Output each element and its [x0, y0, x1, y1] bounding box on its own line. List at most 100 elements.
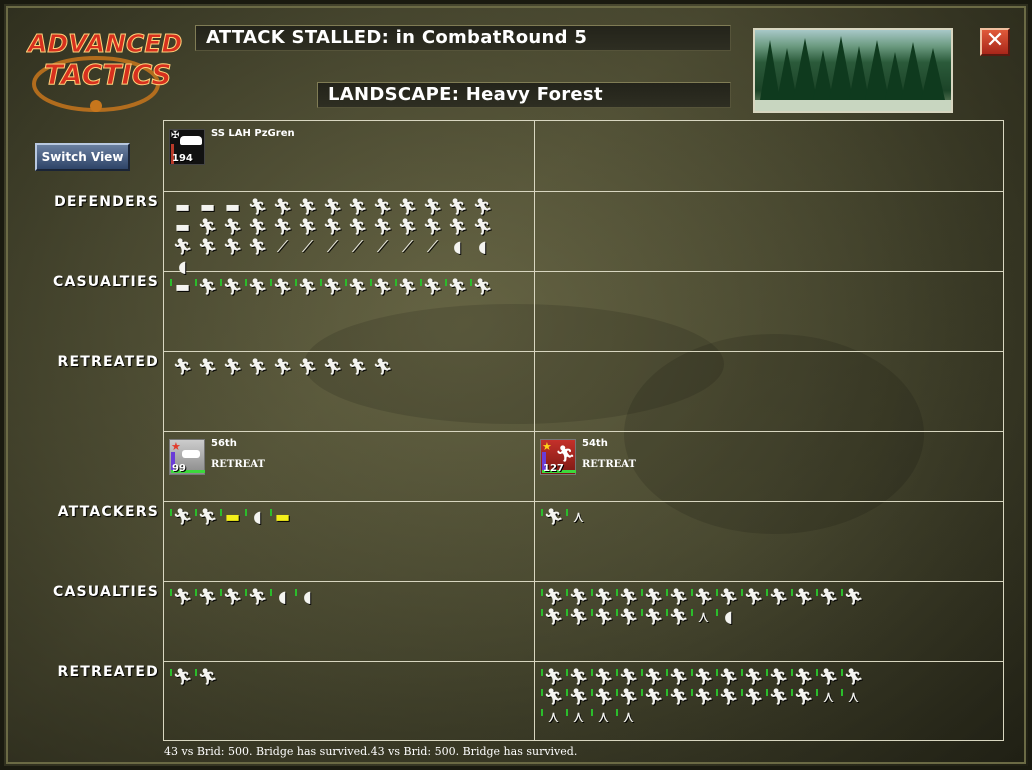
status-tick [395, 279, 397, 286]
tank-icon: ▬ [174, 217, 191, 236]
iron-cross-icon: ✠ [171, 130, 180, 141]
status-tick [616, 709, 618, 716]
rifleman-icon: 🏃︎ [170, 507, 195, 527]
soldier-icon: 🏃︎ [270, 277, 295, 297]
status-tick [420, 279, 422, 286]
defender-retreated-figures: 🏃︎ 🏃︎ 🏃︎ 🏃︎ 🏃︎ 🏃︎ 🏃︎ 🏃︎ 🏃︎ [170, 357, 510, 377]
soldier-icon: 🏃︎ [345, 277, 370, 297]
status-tick [666, 689, 668, 696]
gun-icon: ⟋ [301, 237, 314, 256]
soldier-icon: 🏃︎ [472, 197, 493, 216]
attacker-retreated-label: RETREATED [57, 664, 159, 680]
unit-status: RETREAT [211, 459, 265, 470]
attacker-unit-card-54th[interactable]: ★ 🏃︎ 127 54th RETREAT [540, 438, 636, 475]
status-tick [716, 689, 718, 696]
status-tick [666, 609, 668, 616]
soldier-icon: 🏃︎ [247, 197, 268, 216]
gun-icon: ⟋ [376, 237, 389, 256]
rifleman-icon: 🏃︎ [616, 687, 641, 707]
soldier-icon: 🏃︎ [445, 277, 470, 297]
soldier-icon: 🏃︎ [172, 357, 193, 376]
rifleman-icon: 🏃︎ [791, 667, 816, 687]
unit-strength: 99 [172, 463, 186, 474]
close-button[interactable]: ✕ [980, 28, 1010, 56]
attacker-unit-card-56th[interactable]: ★ 99 56th RETREAT [169, 438, 265, 475]
rifleman-icon: 🏃︎ [195, 587, 220, 607]
status-tick [841, 589, 843, 596]
status-tick [816, 669, 818, 676]
rifleman-icon: 🏃︎ [591, 607, 616, 627]
rifleman-icon: 🏃︎ [791, 687, 816, 707]
row-divider [164, 501, 1003, 502]
status-tick [641, 609, 643, 616]
defender-casualties-label: CASUALTIES [53, 274, 159, 290]
rifleman-icon: 🏃︎ [691, 687, 716, 707]
rifleman-icon: 🏃︎ [591, 687, 616, 707]
combat-grid: ✠ 194 SS LAH PzGren ▬ ▬ ▬ 🏃︎ 🏃︎ 🏃︎ 🏃︎ 🏃︎ 🏃︎ 🏃︎ 🏃︎ 🏃… [163, 120, 1004, 741]
status-tick [591, 669, 593, 676]
rifleman-icon: 🏃︎ [541, 507, 566, 527]
switch-view-button[interactable]: Switch View [35, 143, 130, 171]
soldier-icon: 🏃︎ [420, 277, 445, 297]
status-tick [691, 689, 693, 696]
defenders-figures: ▬ ▬ ▬ 🏃︎ 🏃︎ 🏃︎ 🏃︎ 🏃︎ 🏃︎ 🏃︎ 🏃︎ 🏃︎ 🏃︎ ▬ 🏃︎ 🏃︎ 🏃︎ 🏃︎ 🏃︎ 🏃︎ 🏃︎ 🏃︎… [170, 197, 510, 277]
status-tick [320, 279, 322, 286]
soldier-icon: 🏃︎ [222, 357, 243, 376]
gun-icon: ⟋ [276, 237, 289, 256]
status-tick [791, 589, 793, 596]
unit-strength: 127 [543, 463, 564, 474]
rifleman-icon: 🏃︎ [616, 667, 641, 687]
soldier-icon: 🏃︎ [220, 277, 245, 297]
terrain-image [753, 28, 953, 113]
defender-casualties-figures: ▬ 🏃︎ 🏃︎ 🏃︎ 🏃︎ 🏃︎ 🏃︎ 🏃︎ 🏃︎ 🏃︎ 🏃︎ 🏃︎ 🏃︎ [170, 277, 510, 297]
soldier-icon: 🏃︎ [422, 217, 443, 236]
attacker-casualties-54th-figures: 🏃︎ 🏃︎ 🏃︎ 🏃︎ 🏃︎ 🏃︎ 🏃︎ 🏃︎ 🏃︎ 🏃︎ 🏃︎ 🏃︎ 🏃︎ 🏃︎ 🏃︎ 🏃︎ 🏃︎ 🏃︎ 🏃︎ ⋏ ◖ [541, 587, 881, 627]
status-tick [591, 709, 593, 716]
status-tick [566, 689, 568, 696]
soldier-icon: 🏃︎ [372, 197, 393, 216]
rifleman-icon: 🏃︎ [766, 667, 791, 687]
status-tick [541, 709, 543, 716]
rifleman-icon: 🏃︎ [691, 667, 716, 687]
soldier-icon: 🏃︎ [197, 357, 218, 376]
rifleman-icon: 🏃︎ [766, 687, 791, 707]
defender-unit-card[interactable]: ✠ 194 SS LAH PzGren [169, 128, 295, 165]
status-tick [195, 509, 197, 516]
mortar-icon: ⋏ [816, 687, 841, 707]
soldier-icon: 🏃︎ [222, 217, 243, 236]
status-tick [616, 589, 618, 596]
unit-counter: ★ 🏃︎ 127 [540, 439, 576, 475]
soldier-icon: 🏃︎ [372, 217, 393, 236]
tank-icon [180, 136, 202, 145]
status-tick [270, 589, 272, 596]
infantry-icon: 🏃︎ [555, 444, 576, 463]
soldier-icon: 🏃︎ [347, 217, 368, 236]
yellow-tank-icon: ▬ [270, 507, 295, 527]
rifleman-icon: 🏃︎ [841, 587, 866, 607]
status-tick [566, 509, 568, 516]
rifleman-icon: 🏃︎ [816, 587, 841, 607]
game-logo: ADVANCED TACTICS [26, 22, 186, 117]
status-tick [566, 669, 568, 676]
soldier-icon: 🏃︎ [322, 357, 343, 376]
soldier-icon: 🏃︎ [297, 217, 318, 236]
unit-name: 56th [211, 438, 237, 449]
soldier-icon: 🏃︎ [395, 277, 420, 297]
status-tick [616, 669, 618, 676]
soldier-icon: 🏃︎ [347, 197, 368, 216]
attacker-retreated-56th-figures: 🏃︎ 🏃︎ [170, 667, 510, 687]
rifleman-icon: 🏃︎ [791, 587, 816, 607]
status-tick [591, 609, 593, 616]
rifleman-icon: 🏃︎ [541, 587, 566, 607]
soldier-icon: 🏃︎ [397, 197, 418, 216]
soldier-icon: 🏃︎ [197, 217, 218, 236]
attacker-retreated-54th-figures: 🏃︎ 🏃︎ 🏃︎ 🏃︎ 🏃︎ 🏃︎ 🏃︎ 🏃︎ 🏃︎ 🏃︎ 🏃︎ 🏃︎ 🏃︎ 🏃︎ 🏃︎ 🏃︎ 🏃︎ 🏃︎ 🏃︎ 🏃︎… [541, 667, 881, 727]
soldier-icon: 🏃︎ [222, 237, 243, 256]
status-tick [741, 589, 743, 596]
tank-icon: ▬ [174, 197, 191, 216]
logo-line2: TACTICS [44, 58, 172, 91]
status-tick [295, 589, 297, 596]
car-icon: ◖ [270, 587, 295, 607]
rifleman-icon: 🏃︎ [816, 667, 841, 687]
gun-icon: ⟋ [351, 237, 364, 256]
